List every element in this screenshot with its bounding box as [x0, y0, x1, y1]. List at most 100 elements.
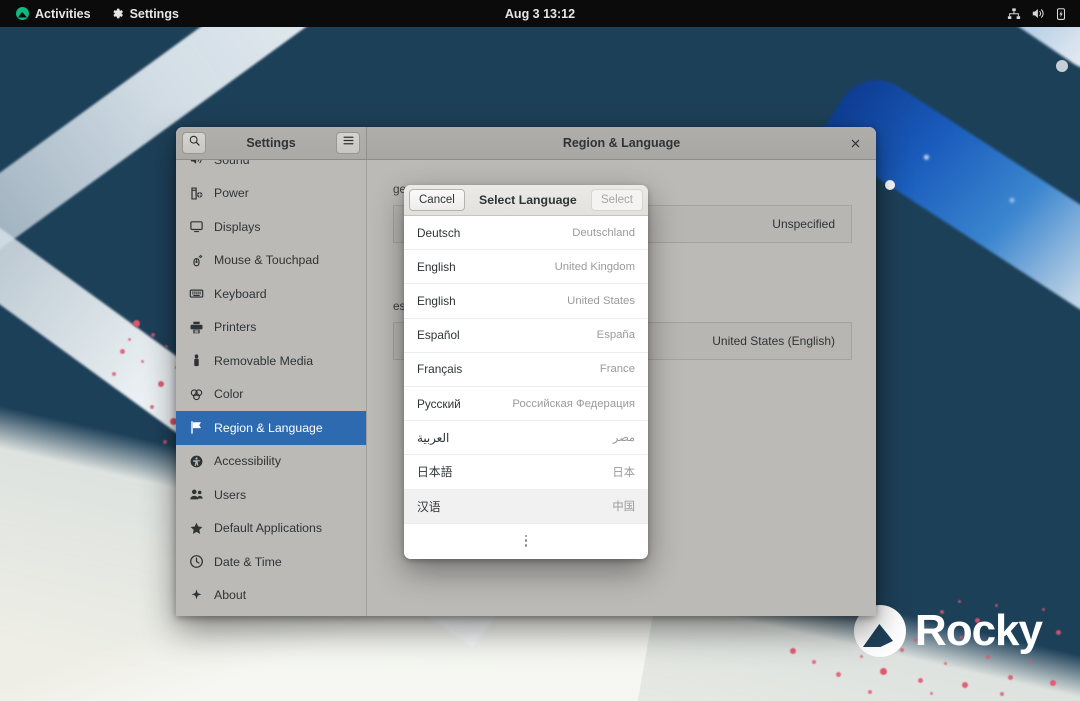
sidebar-item-sound[interactable]: Sound [176, 160, 366, 177]
wallpaper-speckle [930, 692, 933, 695]
language-region: Российская Федерация [512, 397, 635, 410]
language-list-item[interactable]: English United States [404, 284, 648, 319]
language-region: 日本 [612, 466, 635, 479]
language-name: English [417, 259, 456, 274]
color-icon [188, 386, 204, 402]
star-icon [188, 520, 204, 536]
wallpaper-speckle [128, 338, 131, 341]
search-icon [188, 134, 201, 152]
language-list-item[interactable]: 汉语 中国 [404, 489, 648, 524]
language-region: United Kingdom [554, 260, 635, 273]
language-list-item[interactable]: English United Kingdom [404, 250, 648, 285]
language-list-item[interactable]: العربية مصر [404, 421, 648, 456]
gnome-top-bar: Activities Settings Aug 3 13:12 [0, 0, 1080, 27]
sidebar-item-default-applications[interactable]: Default Applications [176, 512, 366, 546]
wallpaper-speckle [112, 372, 116, 376]
select-button[interactable]: Select [591, 189, 643, 211]
language-list[interactable]: Deutsch Deutschland English United Kingdom E… [404, 216, 648, 559]
rocky-brand-text: Rocky [914, 606, 1043, 655]
sidebar-item-label: Mouse & Touchpad [214, 253, 320, 268]
sidebar-item-label: Color [214, 387, 244, 402]
display-icon [188, 219, 204, 235]
network-icon [1007, 7, 1021, 21]
sidebar-item-power[interactable]: Power [176, 177, 366, 211]
language-region: España [596, 329, 635, 342]
sidebar-title: Settings [246, 136, 296, 150]
wallpaper-speckle [880, 668, 887, 675]
wallpaper-speckle [944, 662, 947, 665]
wallpaper-speckle [133, 320, 140, 327]
sidebar-item-label: Default Applications [214, 521, 323, 536]
wallpaper-speckle [918, 678, 923, 683]
sidebar-item-label: Removable Media [214, 353, 314, 368]
language-list-item[interactable]: Español España [404, 318, 648, 353]
language-name: 汉语 [417, 499, 441, 514]
sidebar-item-displays[interactable]: Displays [176, 210, 366, 244]
formats-value: United States (English) [712, 334, 835, 348]
language-list-item[interactable]: Français France [404, 352, 648, 387]
system-status-area[interactable] [1007, 6, 1080, 21]
sidebar-item-removable-media[interactable]: Removable Media [176, 344, 366, 378]
show-more-languages-row[interactable] [404, 523, 648, 558]
sidebar-item-region-language[interactable]: Region & Language [176, 411, 366, 445]
wallpaper-dot-small [1056, 60, 1068, 72]
sidebar-item-mouse-touchpad[interactable]: Mouse & Touchpad [176, 244, 366, 278]
sidebar-item-about[interactable]: About [176, 579, 366, 613]
sound-icon [188, 160, 204, 168]
language-name: 日本語 [417, 465, 453, 480]
sidebar-item-label: Sound [214, 160, 250, 167]
wallpaper-speckle [1030, 660, 1033, 663]
wallpaper-dot-large [885, 180, 895, 190]
close-icon[interactable] [846, 134, 864, 152]
wallpaper-speckle [158, 381, 164, 387]
language-name: Deutsch [417, 225, 461, 240]
sidebar-headerbar: Settings [176, 127, 367, 159]
dialog-headerbar: Cancel Select Language Select [404, 185, 648, 216]
clock-icon [188, 554, 204, 570]
wallpaper-speckle [151, 333, 155, 337]
primary-menu-button[interactable] [336, 132, 360, 154]
language-list-item[interactable]: Русский Российская Федерация [404, 386, 648, 422]
wallpaper-speckle [1000, 692, 1004, 696]
sidebar-item-label: Power [214, 186, 249, 201]
wallpaper-speckle [812, 660, 816, 664]
sidebar-item-date-time[interactable]: Date & Time [176, 545, 366, 579]
sidebar-item-printers[interactable]: Printers [176, 311, 366, 345]
sidebar-item-users[interactable]: Users [176, 478, 366, 512]
sidebar-item-label: Accessibility [214, 454, 281, 469]
wallpaper-speckle [962, 682, 968, 688]
battery-icon [1054, 7, 1068, 21]
wallpaper-speckle [1008, 675, 1013, 680]
sidebar-item-accessibility[interactable]: Accessibility [176, 445, 366, 479]
usb-icon [188, 353, 204, 369]
sidebar-item-color[interactable]: Color [176, 378, 366, 412]
language-region: France [599, 363, 635, 376]
language-name: English [417, 293, 456, 308]
language-list-item[interactable]: 日本語 日本 [404, 455, 648, 490]
settings-sidebar[interactable]: Sound Power Displays Mouse & Touchpad Keyboa… [176, 160, 367, 616]
wallpaper-speckle [958, 600, 961, 603]
language-list-item[interactable]: Deutsch Deutschland [404, 216, 648, 251]
wallpaper-speckle [1050, 680, 1056, 686]
mouse-icon [188, 252, 204, 268]
wallpaper-speckle [1056, 630, 1061, 635]
volume-icon [1030, 6, 1045, 21]
about-icon [188, 587, 204, 603]
cancel-button[interactable]: Cancel [409, 189, 465, 211]
language-value: Unspecified [772, 217, 835, 231]
language-name: Español [417, 328, 460, 343]
wallpaper-speckle [163, 440, 167, 444]
wallpaper-speckle [141, 360, 144, 363]
rocky-linux-logo: Rocky [853, 605, 1043, 657]
language-region: United States [567, 294, 635, 307]
search-button[interactable] [182, 132, 206, 154]
activities-button[interactable]: Activities [6, 0, 101, 27]
app-menu-button[interactable]: Settings [101, 0, 189, 27]
activities-logo-icon [16, 7, 29, 20]
sidebar-item-keyboard[interactable]: Keyboard [176, 277, 366, 311]
sidebar-list: Sound Power Displays Mouse & Touchpad Keyboa… [176, 160, 366, 612]
wallpaper-speckle [868, 690, 872, 694]
keyboard-icon [188, 286, 204, 302]
sidebar-item-label: Printers [214, 320, 257, 335]
printer-icon [188, 319, 204, 335]
